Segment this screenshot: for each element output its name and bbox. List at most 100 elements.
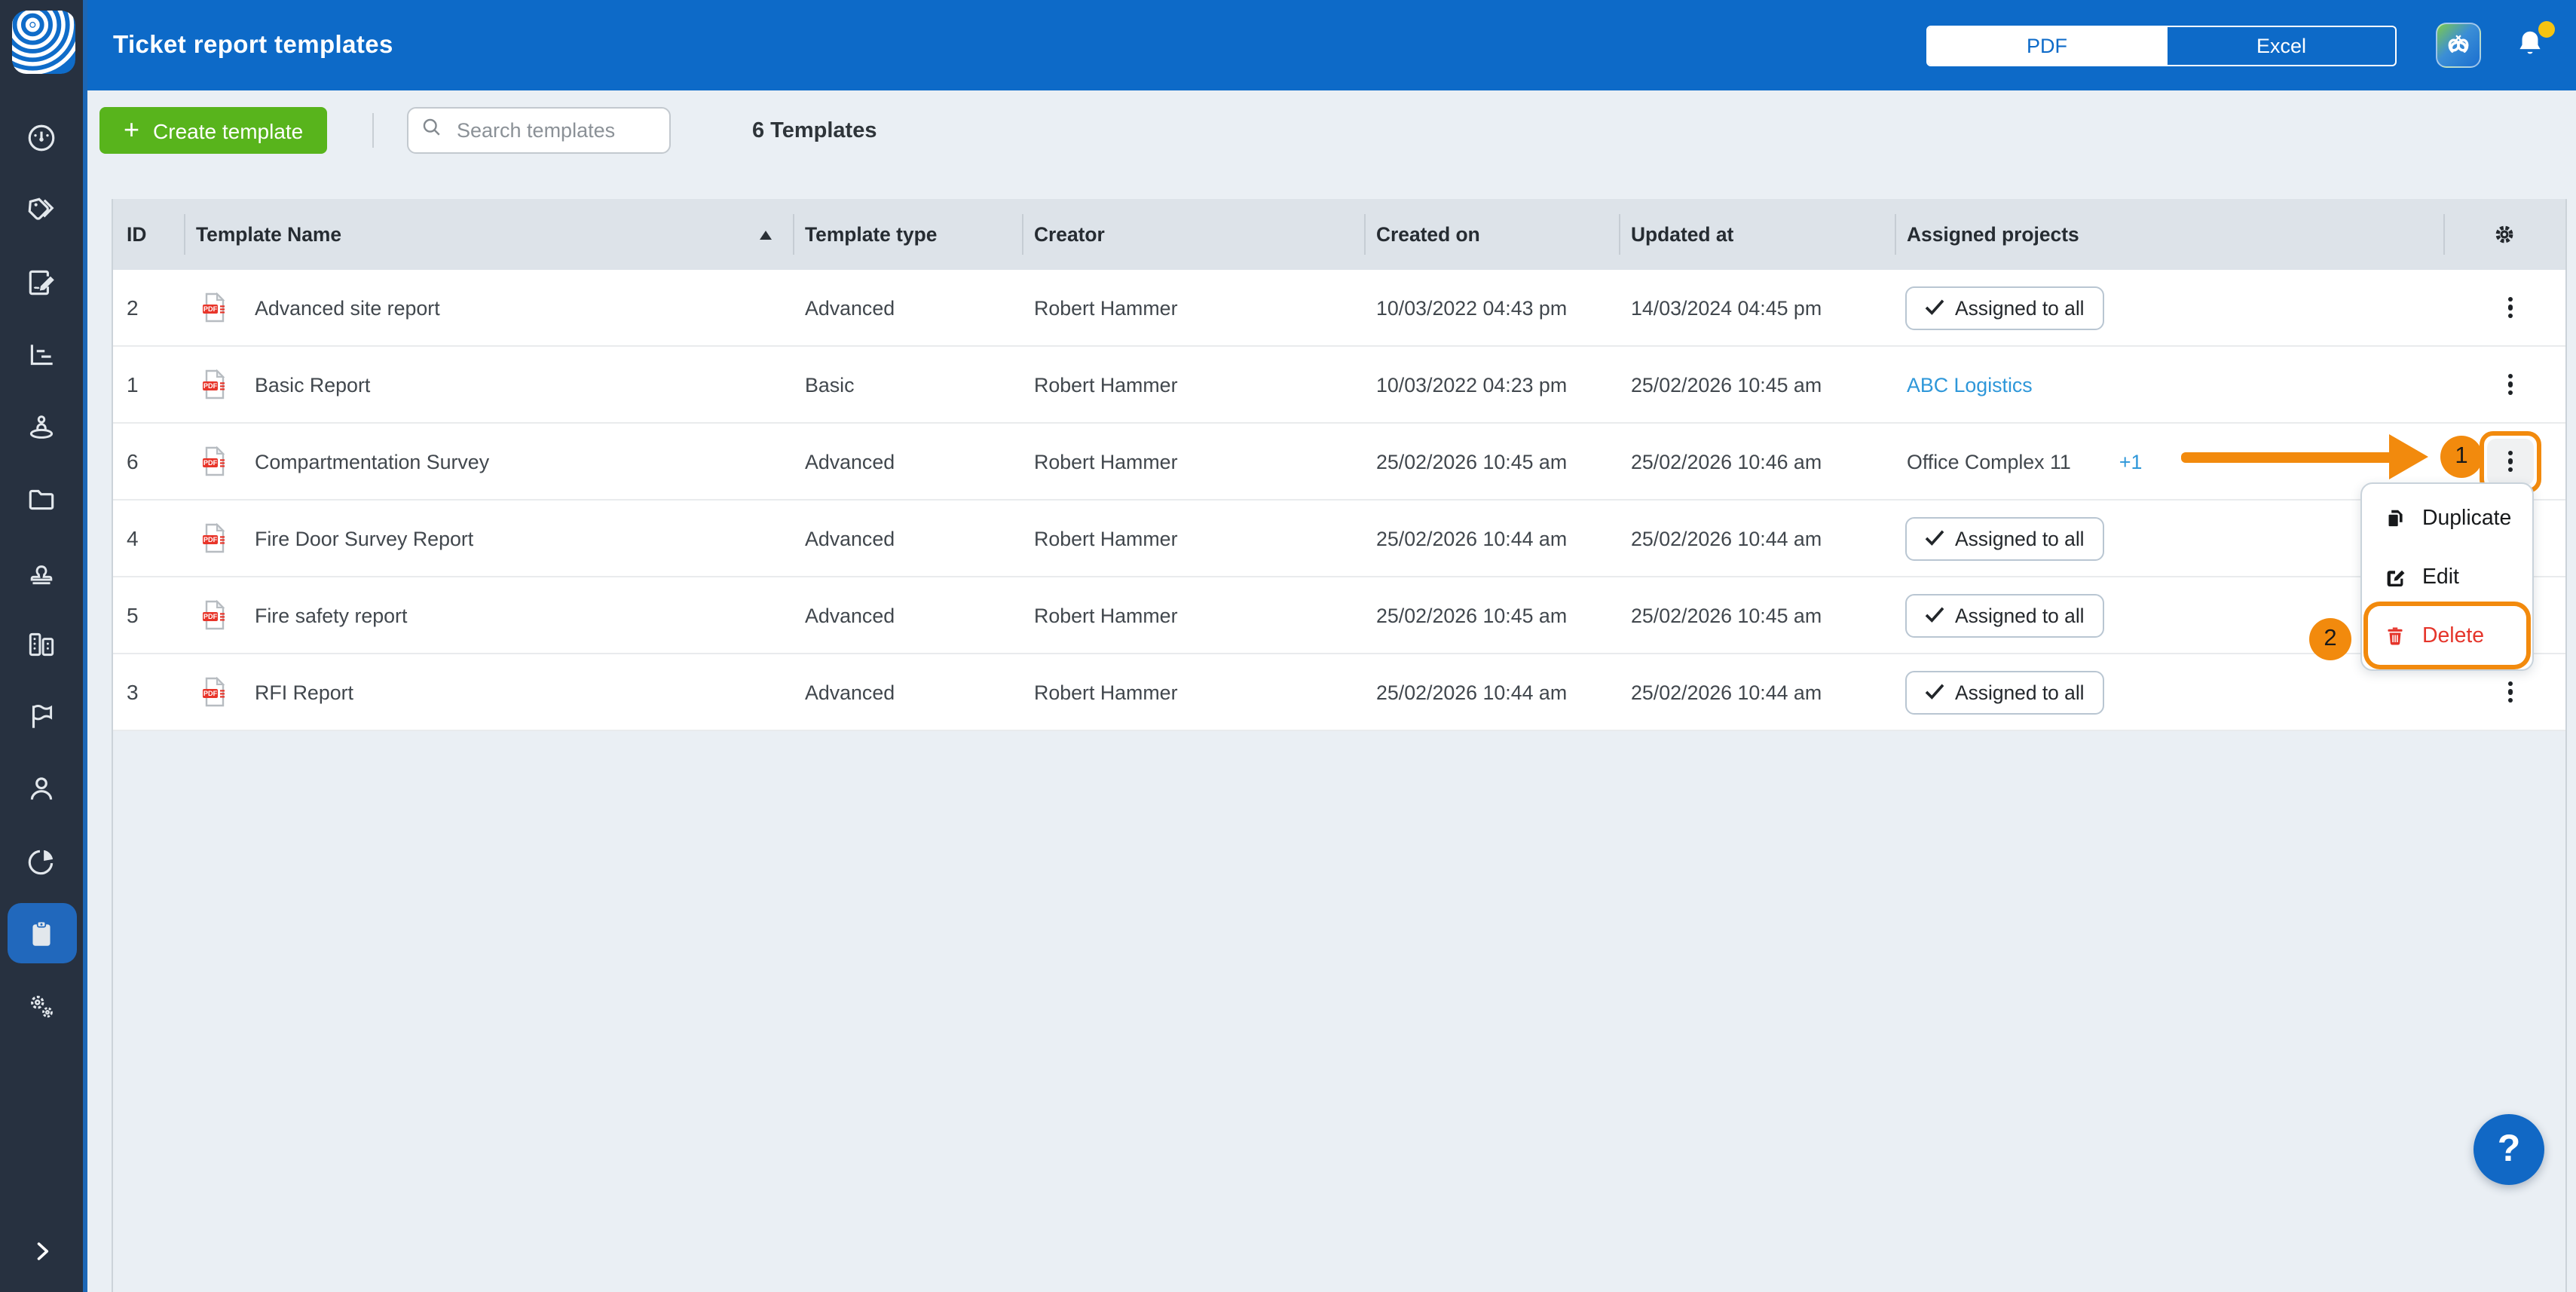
- row-actions-kebab[interactable]: [2487, 669, 2534, 715]
- cell-creator: Robert Hammer: [1022, 501, 1364, 576]
- column-header-creator[interactable]: Creator: [1022, 199, 1364, 270]
- column-header-template-type[interactable]: Template type: [793, 199, 1022, 270]
- cell-assigned-projects: Assigned to all: [1895, 654, 2443, 730]
- cell-assigned-projects: ABC Logistics: [1895, 347, 2443, 422]
- sidebar-item-flag[interactable]: [0, 680, 83, 752]
- format-toggle: PDF Excel: [1926, 26, 2397, 66]
- menu-item-delete[interactable]: Delete: [2368, 606, 2526, 665]
- apps-icon[interactable]: [2436, 23, 2481, 68]
- duplicate-icon: [2383, 506, 2407, 530]
- sidebar-item-bar-chart[interactable]: [0, 318, 83, 390]
- cell-template-type: Basic: [793, 347, 1022, 422]
- cell-template-name: PDF Compartmentation Survey: [184, 424, 793, 499]
- annotation-step-2: 2: [2309, 618, 2351, 660]
- cell-creator: Robert Hammer: [1022, 654, 1364, 730]
- create-template-button[interactable]: + Create template: [99, 107, 327, 154]
- cell-updated-at: 25/02/2026 10:45 am: [1619, 347, 1895, 422]
- sidebar-item-document-edit[interactable]: [0, 246, 83, 318]
- sidebar-item-settings-gears[interactable]: [0, 969, 83, 1042]
- sidebar-item-buildings[interactable]: [0, 608, 83, 680]
- row-actions-kebab[interactable]: [2487, 361, 2534, 408]
- sidebar-item-dashboard[interactable]: [0, 101, 83, 173]
- site-presence-icon: [7, 396, 76, 457]
- table-row[interactable]: 3 PDF RFI Report Advanced Robert H: [113, 654, 2565, 731]
- sidebar-item-report-templates[interactable]: [0, 897, 83, 969]
- column-header-template-name[interactable]: Template Name: [184, 199, 793, 270]
- cell-template-type: Advanced: [793, 577, 1022, 653]
- cell-actions: [2443, 347, 2565, 422]
- annotation-arrow-head: [2389, 434, 2428, 479]
- table-row[interactable]: 1 PDF Basic Report Basic Robert Ha: [113, 347, 2565, 424]
- assigned-to-all-button[interactable]: Assigned to all: [1905, 670, 2104, 714]
- app-logo[interactable]: [12, 11, 75, 74]
- edit-icon: [2383, 565, 2407, 589]
- pdf-file-icon: PDF: [202, 446, 226, 476]
- menu-item-edit[interactable]: Edit: [2368, 547, 2526, 606]
- sidebar-item-tags[interactable]: [0, 173, 83, 246]
- sidebar-item-pie-chart[interactable]: [0, 825, 83, 897]
- cell-created-on: 25/02/2026 10:44 am: [1364, 654, 1619, 730]
- row-actions-kebab[interactable]: [2487, 438, 2534, 485]
- tab-pdf[interactable]: PDF: [1928, 27, 2166, 65]
- help-button[interactable]: ?: [2474, 1114, 2544, 1185]
- check-icon: [1925, 527, 1944, 550]
- svg-text:PDF: PDF: [203, 459, 218, 467]
- sidebar-item-site-presence[interactable]: [0, 390, 83, 463]
- assigned-to-all-button[interactable]: Assigned to all: [1905, 286, 2104, 329]
- cell-updated-at: 25/02/2026 10:45 am: [1619, 577, 1895, 653]
- svg-text:PDF: PDF: [203, 305, 218, 313]
- pie-chart-icon: [7, 831, 76, 891]
- table-row[interactable]: 6 PDF Compartmentation Survey Advanced: [113, 424, 2565, 501]
- kebab-icon: [2508, 293, 2513, 321]
- table-row[interactable]: 4 PDF Fire Door Survey Report Advanced: [113, 501, 2565, 577]
- check-icon: [1925, 296, 1944, 319]
- search-input[interactable]: [454, 118, 657, 143]
- column-header-actions: [2443, 199, 2565, 270]
- table-body: 2 PDF Advanced site report Advanced: [113, 270, 2565, 731]
- cell-template-name: PDF Basic Report: [184, 347, 793, 422]
- cell-updated-at: 25/02/2026 10:44 am: [1619, 501, 1895, 576]
- cell-creator: Robert Hammer: [1022, 577, 1364, 653]
- search-icon: [421, 115, 454, 145]
- column-header-created-on[interactable]: Created on: [1364, 199, 1619, 270]
- assigned-to-all-button[interactable]: Assigned to all: [1905, 516, 2104, 560]
- menu-item-duplicate[interactable]: Duplicate: [2368, 488, 2526, 547]
- search-box: [407, 107, 671, 154]
- pdf-file-icon: PDF: [202, 600, 226, 630]
- tab-excel[interactable]: Excel: [2166, 27, 2395, 65]
- sidebar-item-folder[interactable]: [0, 463, 83, 535]
- assigned-project-link[interactable]: ABC Logistics: [1907, 373, 2033, 396]
- row-actions-kebab[interactable]: [2487, 284, 2534, 331]
- report-templates-icon: [7, 903, 76, 963]
- settings-gears-icon: [7, 975, 76, 1036]
- assigned-to-all-button[interactable]: Assigned to all: [1905, 593, 2104, 637]
- annotation-arrow: [2181, 452, 2394, 462]
- page-title: Ticket report templates: [113, 0, 393, 90]
- table-settings-gear-icon[interactable]: [2492, 222, 2517, 247]
- bar-chart-icon: [7, 324, 76, 384]
- sidebar-item-user[interactable]: [0, 752, 83, 825]
- column-header-assigned-projects[interactable]: Assigned projects: [1895, 199, 2443, 270]
- pdf-file-icon: PDF: [202, 292, 226, 323]
- table-row[interactable]: 2 PDF Advanced site report Advanced: [113, 270, 2565, 347]
- check-icon: [1925, 681, 1944, 703]
- cell-template-name: PDF Fire Door Survey Report: [184, 501, 793, 576]
- cell-template-name: PDF Fire safety report: [184, 577, 793, 653]
- dashboard-icon: [7, 107, 76, 167]
- more-projects-link[interactable]: +1: [2119, 450, 2143, 473]
- user-icon: [7, 758, 76, 819]
- kebab-icon: [2508, 678, 2513, 706]
- column-header-updated-at[interactable]: Updated at: [1619, 199, 1895, 270]
- chevron-right-icon: [28, 1237, 55, 1272]
- flag-icon: [7, 686, 76, 746]
- sidebar-item-stamp[interactable]: [0, 535, 83, 608]
- column-header-id[interactable]: ID: [113, 199, 184, 270]
- tags-icon: [7, 179, 76, 240]
- notification-bell-icon[interactable]: [2513, 26, 2552, 68]
- sidebar-expand-button[interactable]: [0, 1235, 83, 1274]
- notification-dot: [2538, 21, 2555, 38]
- cell-template-name: PDF RFI Report: [184, 654, 793, 730]
- cell-created-on: 10/03/2022 04:23 pm: [1364, 347, 1619, 422]
- table-row[interactable]: 5 PDF Fire safety report Advanced: [113, 577, 2565, 654]
- template-count: 6 Templates: [752, 107, 877, 154]
